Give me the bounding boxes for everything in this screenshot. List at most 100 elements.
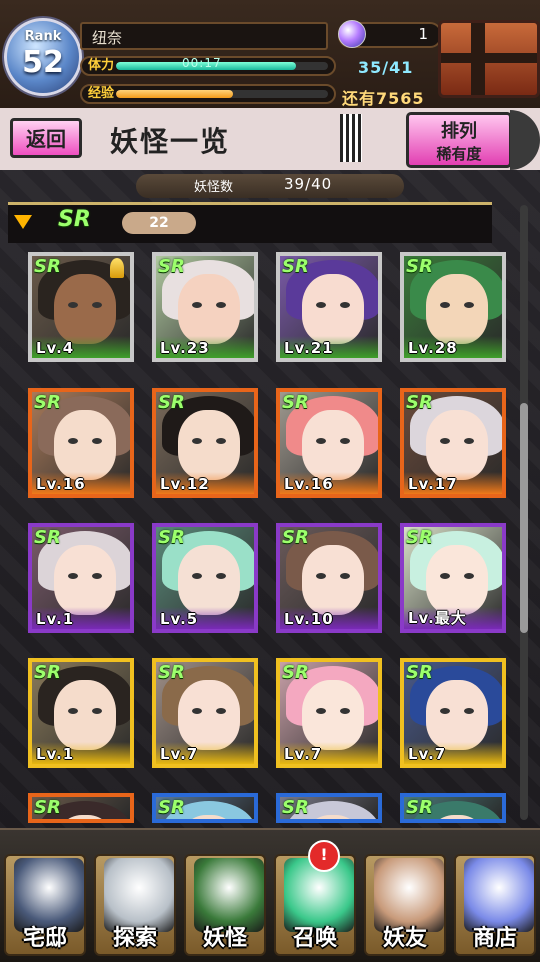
yokai-card[interactable]: Lv.7 SR <box>152 658 258 768</box>
card-rarity: SR <box>158 662 185 683</box>
nav-yokai-button[interactable]: 妖怪 <box>182 846 268 956</box>
yokai-card[interactable]: Lv.5 SR <box>152 523 258 633</box>
face <box>426 680 488 750</box>
yokai-card[interactable]: Lv.16 SR <box>28 388 134 498</box>
card-rarity: SR <box>34 527 61 548</box>
yokai-count: 妖怪数 39/40 <box>136 174 404 198</box>
scrollbar-thumb[interactable] <box>520 403 528 633</box>
yokai-card[interactable]: Lv.23 SR <box>152 252 258 362</box>
collapse-triangle-icon[interactable] <box>14 215 32 229</box>
eye <box>68 302 78 308</box>
nav-label: 宅邸 <box>22 926 67 951</box>
notification-badge: ! <box>308 840 340 872</box>
yokai-card[interactable]: Lv.7 SR <box>276 658 382 768</box>
card-level: Lv.16 <box>284 475 334 493</box>
card-rarity: SR <box>34 256 61 277</box>
face <box>178 410 240 480</box>
gem-icon <box>338 20 366 48</box>
nav-shop-button[interactable]: 商店 <box>452 846 538 956</box>
card-level: Lv.28 <box>408 339 458 357</box>
card-level: Lv.最大 <box>408 609 467 627</box>
eye <box>192 708 202 714</box>
card-rarity: SR <box>282 392 309 413</box>
yokai-card[interactable]: Lv.28 SR <box>400 252 506 362</box>
eye <box>464 302 474 308</box>
face <box>302 410 364 480</box>
card-rarity: SR <box>282 662 309 683</box>
gift-box-icon[interactable] <box>438 20 540 98</box>
face <box>178 545 240 615</box>
card-rarity: SR <box>282 797 309 818</box>
yokai-card[interactable]: SR <box>400 793 506 823</box>
scrollbar[interactable] <box>520 205 528 820</box>
yokai-card[interactable]: SR <box>152 793 258 823</box>
nav-summon-button[interactable]: 召唤! <box>272 840 358 956</box>
nav-friends-button[interactable]: 妖友 <box>362 846 448 956</box>
yokai-card[interactable]: Lv.7 SR <box>400 658 506 768</box>
rarity-badge: SR <box>58 207 91 232</box>
stamina-timer: 00:17 <box>182 56 222 70</box>
yokai-card[interactable]: Lv.4 SR <box>28 252 134 362</box>
rank-badge[interactable]: Rank 52 <box>4 18 82 96</box>
yokai-card[interactable]: Lv.12 SR <box>152 388 258 498</box>
card-level: Lv.7 <box>408 745 447 763</box>
yokai-card[interactable]: Lv.1 SR <box>28 658 134 768</box>
exp-fill <box>116 90 233 98</box>
card-rarity: SR <box>282 256 309 277</box>
eye <box>316 573 326 579</box>
eye <box>216 302 226 308</box>
medal-icon <box>110 258 124 278</box>
yokai-card[interactable]: Lv.1 SR <box>28 523 134 633</box>
yokai-card[interactable]: Lv.21 SR <box>276 252 382 362</box>
card-level: Lv.10 <box>284 610 334 628</box>
yokai-card[interactable]: Lv.最大 SR <box>400 523 506 633</box>
card-level: Lv.4 <box>36 339 75 357</box>
yokai-card[interactable]: Lv.17 SR <box>400 388 506 498</box>
exp-label: 经验 <box>88 86 115 101</box>
nav-explore-button[interactable]: 探索 <box>92 846 178 956</box>
nav-label: 探索 <box>112 926 157 951</box>
yokai-count-label: 妖怪数 <box>194 180 234 195</box>
card-rarity: SR <box>406 392 433 413</box>
status-bar: Rank 52 纽奈 1 体力 00:17 35/41 经验 还有7565 <box>0 0 540 110</box>
nav-house-button[interactable]: 宅邸 <box>2 846 88 956</box>
eye <box>340 302 350 308</box>
card-rarity: SR <box>34 392 61 413</box>
eye <box>216 708 226 714</box>
card-level: Lv.21 <box>284 339 334 357</box>
rank-value: 52 <box>22 45 64 80</box>
card-rarity: SR <box>34 662 61 683</box>
eye <box>68 708 78 714</box>
yokai-card[interactable]: Lv.10 SR <box>276 523 382 633</box>
eye <box>216 573 226 579</box>
card-level: Lv.1 <box>36 610 75 628</box>
eye <box>316 302 326 308</box>
card-level: Lv.12 <box>160 475 210 493</box>
card-level: Lv.17 <box>408 475 458 493</box>
eye <box>216 438 226 444</box>
card-rarity: SR <box>158 256 185 277</box>
title-decoration <box>340 114 362 162</box>
eye <box>440 302 450 308</box>
eye <box>440 438 450 444</box>
back-button[interactable]: 返回 <box>10 118 82 158</box>
eye <box>92 573 102 579</box>
yokai-card[interactable]: Lv.16 SR <box>276 388 382 498</box>
rarity-section-header[interactable]: SR 22 <box>8 202 492 243</box>
card-rarity: SR <box>282 527 309 548</box>
nav-label: 商店 <box>472 926 517 951</box>
eye <box>192 438 202 444</box>
nav-label: 召唤 <box>292 926 337 951</box>
card-level: Lv.16 <box>36 475 86 493</box>
sort-button[interactable]: 排列 稀有度 <box>406 112 512 168</box>
yokai-card[interactable]: SR <box>28 793 134 823</box>
card-rarity: SR <box>158 527 185 548</box>
card-rarity: SR <box>406 662 433 683</box>
page-title: 妖怪一览 <box>110 125 231 158</box>
yokai-count-value: 39/40 <box>284 175 333 193</box>
eye <box>440 708 450 714</box>
nav-label: 妖友 <box>382 926 427 951</box>
yokai-card[interactable]: SR <box>276 793 382 823</box>
section-count: 22 <box>122 212 196 234</box>
card-rarity: SR <box>406 527 433 548</box>
